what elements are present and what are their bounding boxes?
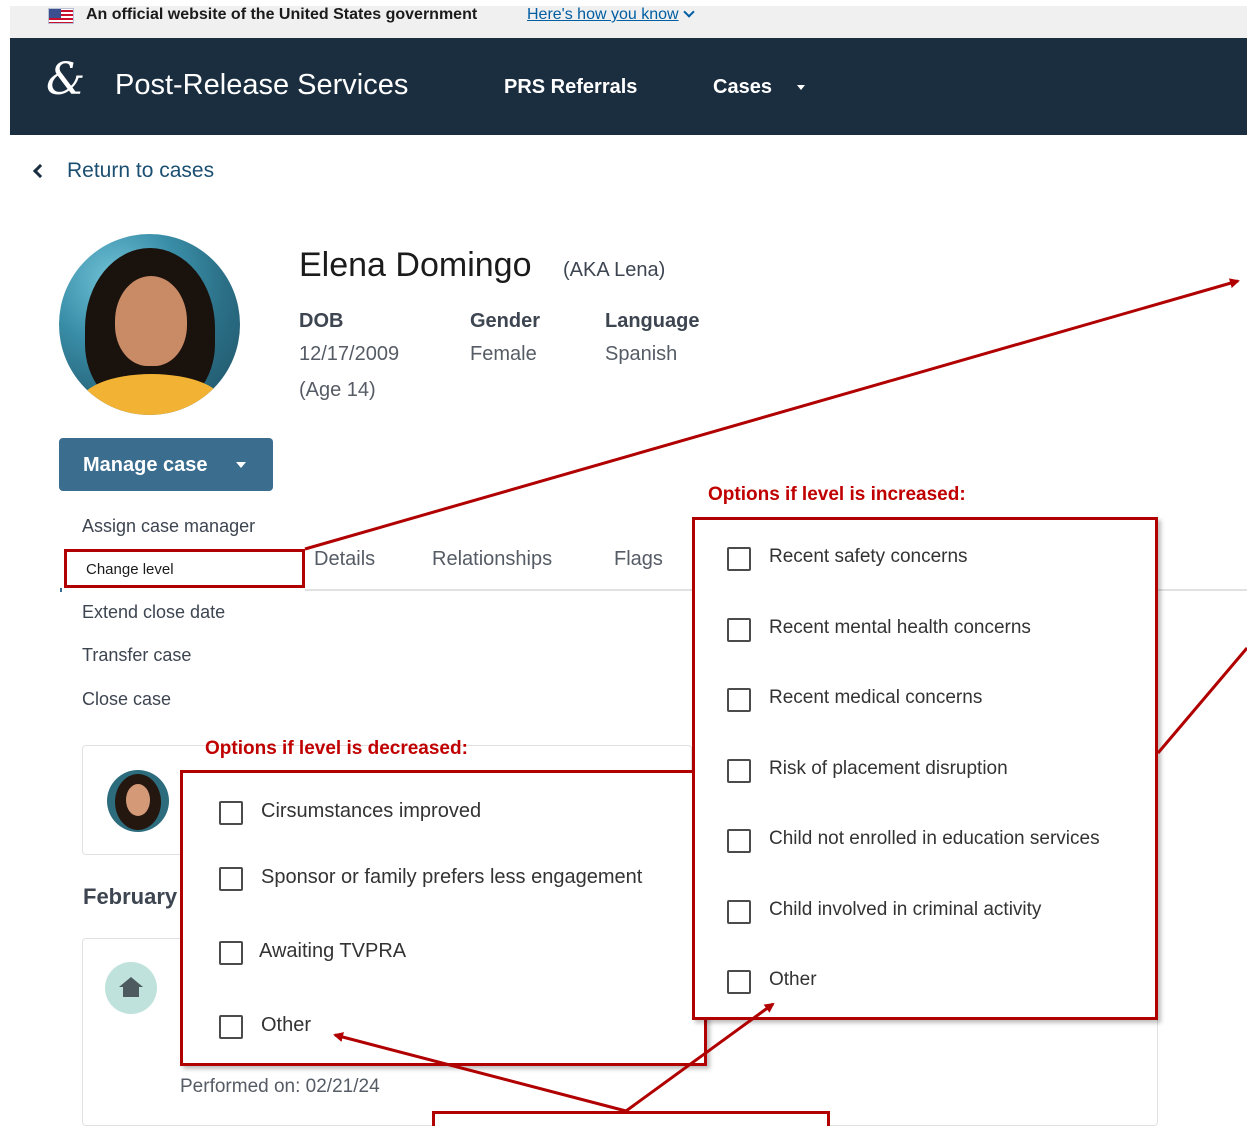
arrow-to-increased-other bbox=[625, 1002, 775, 1113]
arrow-to-edge bbox=[1156, 647, 1247, 754]
arrow-to-right bbox=[304, 278, 1240, 551]
arrow-to-decreased-other bbox=[333, 1032, 627, 1113]
annotation-arrows bbox=[304, 278, 1247, 1113]
